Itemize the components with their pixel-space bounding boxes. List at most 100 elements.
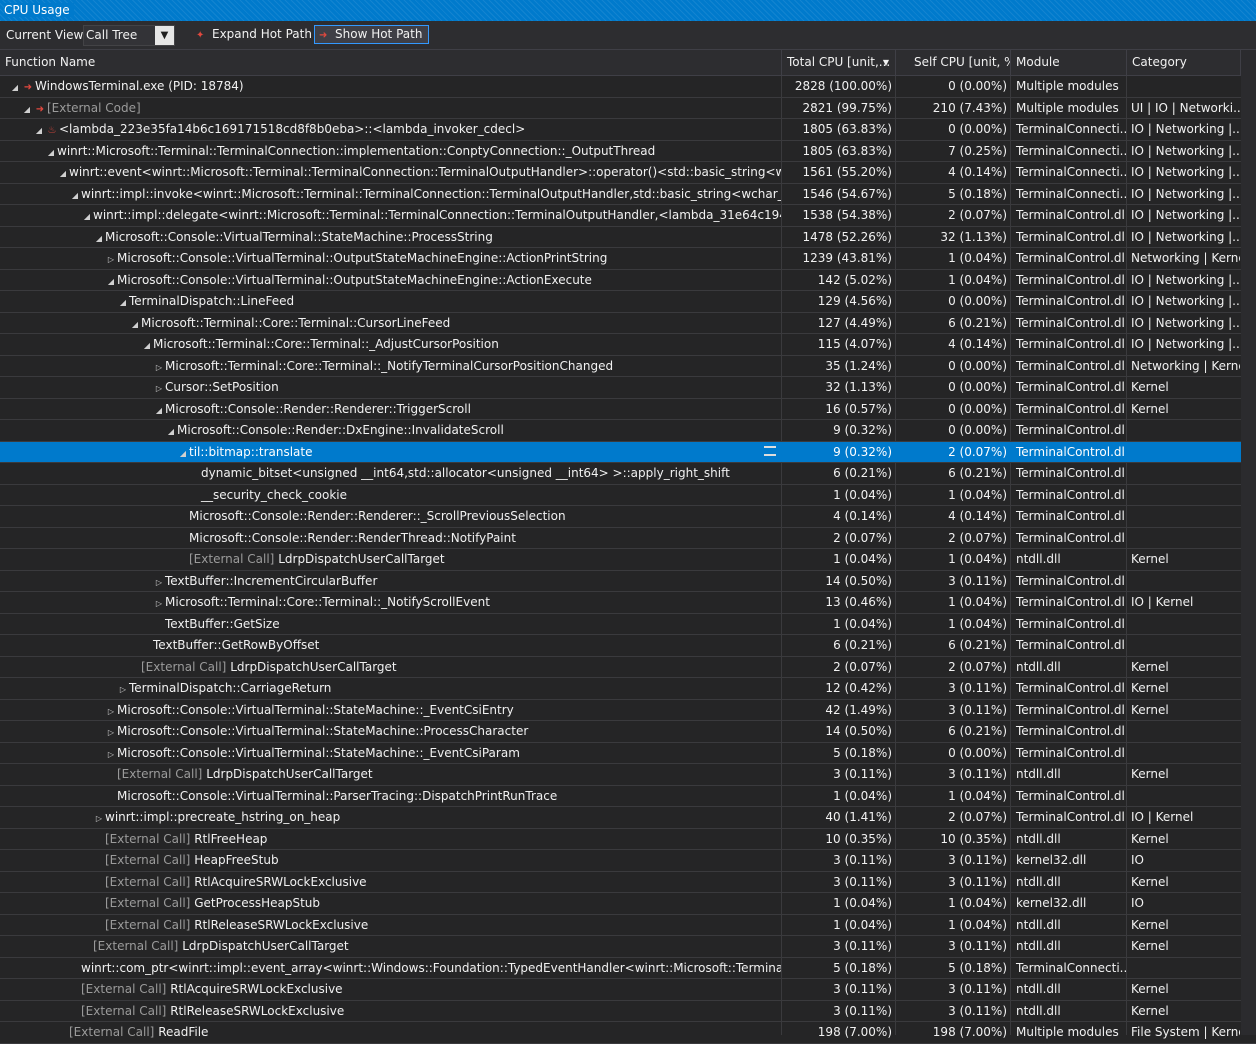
call-tree-row[interactable]: ◢ Microsoft::Terminal::Core::Terminal::_A… — [0, 334, 1256, 356]
self-cpu-cell: 4 (0.14%) — [948, 165, 1007, 179]
call-tree-row[interactable]: ▷ Cursor::SetPosition 32 (1.13%) 0 (0.00%) T… — [0, 377, 1256, 399]
expand-toggle-icon[interactable]: ▷ — [105, 745, 117, 764]
call-tree-row[interactable]: ▷ TerminalDispatch::CarriageReturn 12 (0.4… — [0, 678, 1256, 700]
collapse-toggle-icon[interactable]: ◢ — [117, 293, 129, 312]
total-cpu-cell: 2 (0.07%) — [833, 659, 892, 674]
collapse-toggle-icon[interactable]: ◢ — [81, 207, 93, 226]
chevron-down-icon[interactable]: ▼ — [155, 26, 174, 45]
call-tree-row[interactable]: ◢ Microsoft::Console::VirtualTerminal::Ou… — [0, 270, 1256, 291]
call-tree-row[interactable]: ◢ Microsoft::Console::Render::Renderer::T… — [0, 399, 1256, 420]
collapse-toggle-icon[interactable]: ◢ — [9, 78, 21, 97]
call-tree-row[interactable]: ▷ TextBuffer::IncrementCircularBuffer 14 (… — [0, 571, 1256, 592]
category-cell: IO | Kernel — [1131, 595, 1194, 609]
call-tree-row[interactable]: ▷ Microsoft::Terminal::Core::Terminal::_N… — [0, 356, 1256, 377]
call-tree-row[interactable]: ▷ Microsoft::Terminal::Core::Terminal::_N… — [0, 592, 1256, 614]
expand-toggle-icon[interactable]: ▷ — [153, 594, 165, 613]
call-tree-row[interactable]: ▷ winrt::impl::precreate_hstring_on_heap 4… — [0, 807, 1256, 829]
call-tree-row[interactable]: ◢ ♨ <lambda_223e35fa14b6c169171518cd8f8b0e… — [0, 119, 1256, 141]
collapse-toggle-icon[interactable]: ◢ — [105, 272, 117, 291]
call-tree-row[interactable]: winrt::com_ptr<winrt::impl::event_array<… — [0, 958, 1256, 979]
column-header-total-cpu[interactable]: Total CPU [unit,... ▼ — [782, 50, 896, 75]
expand-toggle-icon[interactable]: ▷ — [105, 702, 117, 721]
call-tree-row[interactable]: Microsoft::Console::Render::Renderer::_S… — [0, 506, 1256, 528]
function-name: Microsoft::Console::VirtualTerminal::Out… — [117, 251, 608, 265]
call-tree-row[interactable]: ▷ Microsoft::Console::VirtualTerminal::Ou… — [0, 248, 1256, 270]
call-tree-row[interactable]: dynamic_bitset<unsigned __int64,std::all… — [0, 463, 1256, 485]
call-tree-row[interactable]: ◢ TerminalDispatch::LineFeed 129 (4.56%) 0 … — [0, 291, 1256, 313]
call-tree-row[interactable]: __security_check_cookie 1 (0.04%) 1 (0.04%… — [0, 485, 1256, 506]
category-cell — [1127, 635, 1240, 656]
call-tree-row[interactable]: ◢ winrt::event<winrt::Microsoft::Terminal… — [0, 162, 1256, 184]
module-cell: ntdll.dll — [1016, 1003, 1061, 1018]
call-tree-row[interactable]: [External Call] LdrpDispatchUserCallTarg… — [0, 549, 1256, 571]
collapse-toggle-icon[interactable]: ◢ — [45, 143, 57, 162]
expand-toggle-icon[interactable]: ▷ — [153, 379, 165, 398]
collapse-toggle-icon[interactable]: ◢ — [165, 422, 177, 441]
call-tree-row[interactable]: ◢ Microsoft::Terminal::Core::Terminal::Cu… — [0, 313, 1256, 334]
sort-descending-icon: ▼ — [882, 58, 889, 67]
column-header-self-cpu[interactable]: Self CPU [unit, %] — [896, 50, 1011, 75]
call-tree-row[interactable]: [External Call] RtlAcquireSRWLockExclusi… — [0, 872, 1256, 893]
call-tree-row[interactable]: [External Call] LdrpDispatchUserCallTarg… — [0, 657, 1256, 678]
column-header-module[interactable]: Module — [1011, 50, 1127, 75]
call-tree-row[interactable]: [External Call] ReadFile 198 (7.00%) 198 (… — [0, 1022, 1256, 1044]
call-tree-row[interactable]: ◢ ➜ WindowsTerminal.exe (PID: 18784) 2828 (… — [0, 76, 1256, 98]
show-hot-path-button[interactable]: ➜ Show Hot Path — [314, 25, 430, 44]
expand-toggle-icon[interactable]: ▷ — [93, 809, 105, 828]
call-tree-row[interactable]: [External Call] RtlReleaseSRWLockExclusi… — [0, 1001, 1256, 1022]
expand-toggle-icon[interactable]: ▷ — [105, 250, 117, 269]
filter-list-icon[interactable] — [764, 445, 776, 456]
call-tree-row[interactable]: ▷ Microsoft::Console::VirtualTerminal::St… — [0, 721, 1256, 743]
call-tree-row[interactable]: Microsoft::Console::Render::RenderThread… — [0, 528, 1256, 549]
function-name: Microsoft::Terminal::Core::Terminal::Cur… — [141, 315, 451, 330]
current-view-dropdown[interactable]: Call Tree ▼ — [83, 25, 175, 46]
vertical-scrollbar[interactable] — [1241, 50, 1256, 1035]
self-cpu-cell: 2 (0.07%) — [948, 208, 1007, 222]
call-tree-row[interactable]: ▷ Microsoft::Console::VirtualTerminal::St… — [0, 743, 1256, 764]
hot-path-icon: ➜ — [23, 82, 33, 93]
call-tree-row[interactable]: [External Call] RtlFreeHeap 10 (0.35%) 10 … — [0, 829, 1256, 850]
call-tree-row[interactable]: [External Call] HeapFreeStub 3 (0.11%) 3 (… — [0, 850, 1256, 872]
call-tree-row[interactable]: TextBuffer::GetRowByOffset 6 (0.21%) 6 (0.… — [0, 635, 1256, 657]
collapse-toggle-icon[interactable]: ◢ — [33, 121, 45, 140]
collapse-toggle-icon[interactable]: ◢ — [69, 186, 81, 205]
expand-hot-path-button[interactable]: ✦ Expand Hot Path — [192, 25, 318, 44]
total-cpu-cell: 2828 (100.00%) — [794, 79, 892, 93]
column-header-function-name[interactable]: Function Name — [0, 50, 782, 75]
call-tree-grid[interactable]: ◢ ➜ WindowsTerminal.exe (PID: 18784) 2828 (… — [0, 76, 1256, 1044]
collapse-toggle-icon[interactable]: ◢ — [57, 164, 69, 183]
call-tree-row[interactable]: [External Call] LdrpDispatchUserCallTarg… — [0, 936, 1256, 958]
call-tree-row[interactable]: [External Call] GetProcessHeapStub 1 (0.0… — [0, 893, 1256, 915]
expand-toggle-icon[interactable]: ▷ — [105, 723, 117, 742]
collapse-toggle-icon[interactable]: ◢ — [141, 336, 153, 355]
expand-toggle-icon[interactable]: ▷ — [153, 573, 165, 592]
call-tree-row[interactable]: [External Call] RtlReleaseSRWLockExclusi… — [0, 915, 1256, 936]
call-tree-row[interactable]: ▷ Microsoft::Console::VirtualTerminal::St… — [0, 700, 1256, 721]
function-name: Microsoft::Console::VirtualTerminal::Sta… — [117, 745, 520, 760]
call-tree-row[interactable]: ◢ ➜ [External Code] 2821 (99.75%) 210 (7.43%… — [0, 98, 1256, 119]
call-tree-row[interactable]: ◢ til::bitmap::translate 9 (0.32%) 2 (0.07%… — [0, 441, 1256, 463]
expand-toggle-icon[interactable]: ▷ — [153, 358, 165, 377]
category-cell — [1127, 614, 1240, 635]
function-name: HeapFreeStub — [194, 853, 279, 867]
call-tree-row[interactable]: TextBuffer::GetSize 1 (0.04%) 1 (0.04%) Ter… — [0, 614, 1256, 635]
collapse-toggle-icon[interactable]: ◢ — [177, 444, 189, 463]
collapse-toggle-icon[interactable]: ◢ — [21, 100, 33, 119]
call-tree-row[interactable]: ◢ winrt::Microsoft::Terminal::TerminalCon… — [0, 141, 1256, 162]
column-header-category[interactable]: Category — [1127, 50, 1241, 75]
call-tree-row[interactable]: [External Call] LdrpDispatchUserCallTarg… — [0, 764, 1256, 786]
call-tree-row[interactable]: [External Call] RtlAcquireSRWLockExclusi… — [0, 979, 1256, 1001]
call-tree-row[interactable]: ◢ Microsoft::Console::Render::DxEngine::I… — [0, 420, 1256, 442]
total-cpu-cell: 1561 (55.20%) — [802, 165, 892, 179]
call-tree-row[interactable]: ◢ winrt::impl::invoke<winrt::Microsoft::T… — [0, 184, 1256, 205]
collapse-toggle-icon[interactable]: ◢ — [153, 401, 165, 420]
collapse-toggle-icon[interactable]: ◢ — [129, 315, 141, 334]
function-name-cell: ◢ Microsoft::Terminal::Core::Terminal::_A… — [0, 334, 781, 355]
expand-toggle-icon[interactable]: ▷ — [117, 680, 129, 699]
call-tree-row[interactable]: Microsoft::Console::VirtualTerminal::Par… — [0, 786, 1256, 807]
collapse-toggle-icon[interactable]: ◢ — [93, 229, 105, 248]
call-tree-row[interactable]: ◢ winrt::impl::delegate<winrt::Microsoft:… — [0, 205, 1256, 227]
call-tree-row[interactable]: ◢ Microsoft::Console::VirtualTerminal::St… — [0, 227, 1256, 248]
total-cpu-cell: 14 (0.50%) — [825, 573, 892, 588]
function-name-cell: ▷ winrt::impl::precreate_hstring_on_heap — [0, 807, 781, 828]
